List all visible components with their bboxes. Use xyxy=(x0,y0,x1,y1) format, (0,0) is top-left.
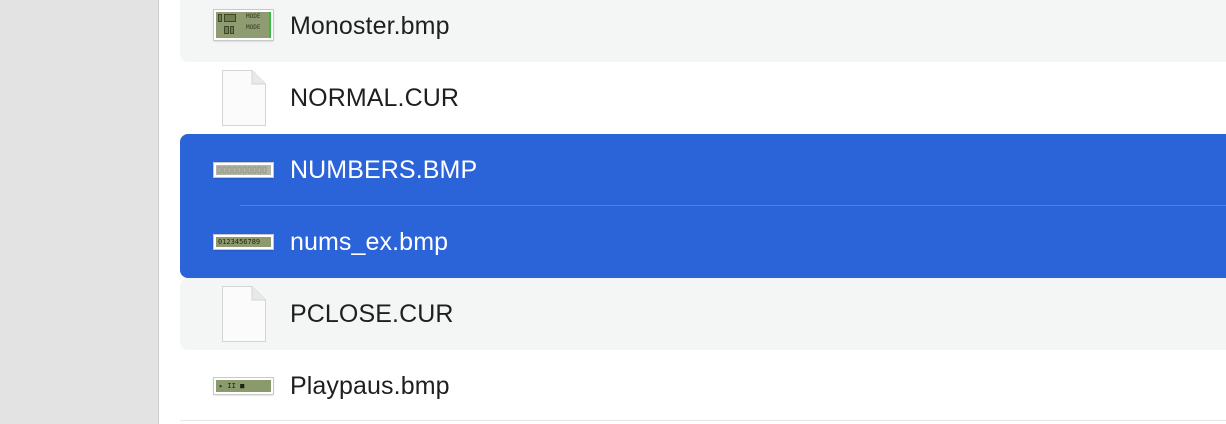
file-row-normal-cur[interactable]: NORMAL.CUR xyxy=(180,62,1226,134)
file-row-numbers-bmp[interactable]: NUMBERS.BMP xyxy=(180,134,1226,206)
file-name: Monoster.bmp xyxy=(290,11,450,40)
file-list[interactable]: MODE MODE Monoster.bmp NORMAL.CUR NUMBER… xyxy=(180,0,1226,424)
file-row-pclose-cur[interactable]: PCLOSE.CUR xyxy=(180,278,1226,350)
sidebar xyxy=(0,0,159,424)
nums-ex-digits: 0123456789 xyxy=(218,238,261,246)
monoster-thumbnail: MODE MODE xyxy=(214,10,273,40)
file-name: PCLOSE.CUR xyxy=(290,299,454,328)
file-name: Playpaus.bmp xyxy=(290,371,450,400)
file-name: NORMAL.CUR xyxy=(290,83,460,112)
nums-ex-strip-thumbnail: 0123456789 xyxy=(214,235,273,249)
file-row-playpaus-bmp[interactable]: ▸ II ■ Playpaus.bmp xyxy=(180,350,1226,422)
monoster-mode-label-top: MODE xyxy=(246,13,261,20)
row-divider xyxy=(180,420,1226,421)
file-name: nums_ex.bmp xyxy=(290,227,449,256)
monoster-mode-label-bottom: MODE xyxy=(246,24,261,31)
document-icon xyxy=(222,70,266,126)
numbers-strip-thumbnail xyxy=(214,163,273,177)
finder-window: MODE MODE Monoster.bmp NORMAL.CUR NUMBER… xyxy=(0,0,1226,424)
file-row-nums-ex-bmp[interactable]: 0123456789 nums_ex.bmp xyxy=(180,206,1226,278)
playpaus-glyphs: ▸ II ■ xyxy=(219,382,245,390)
file-row-monoster[interactable]: MODE MODE Monoster.bmp xyxy=(180,0,1226,62)
playpaus-thumbnail: ▸ II ■ xyxy=(214,378,273,394)
document-icon xyxy=(222,286,266,342)
file-name: NUMBERS.BMP xyxy=(290,155,478,184)
